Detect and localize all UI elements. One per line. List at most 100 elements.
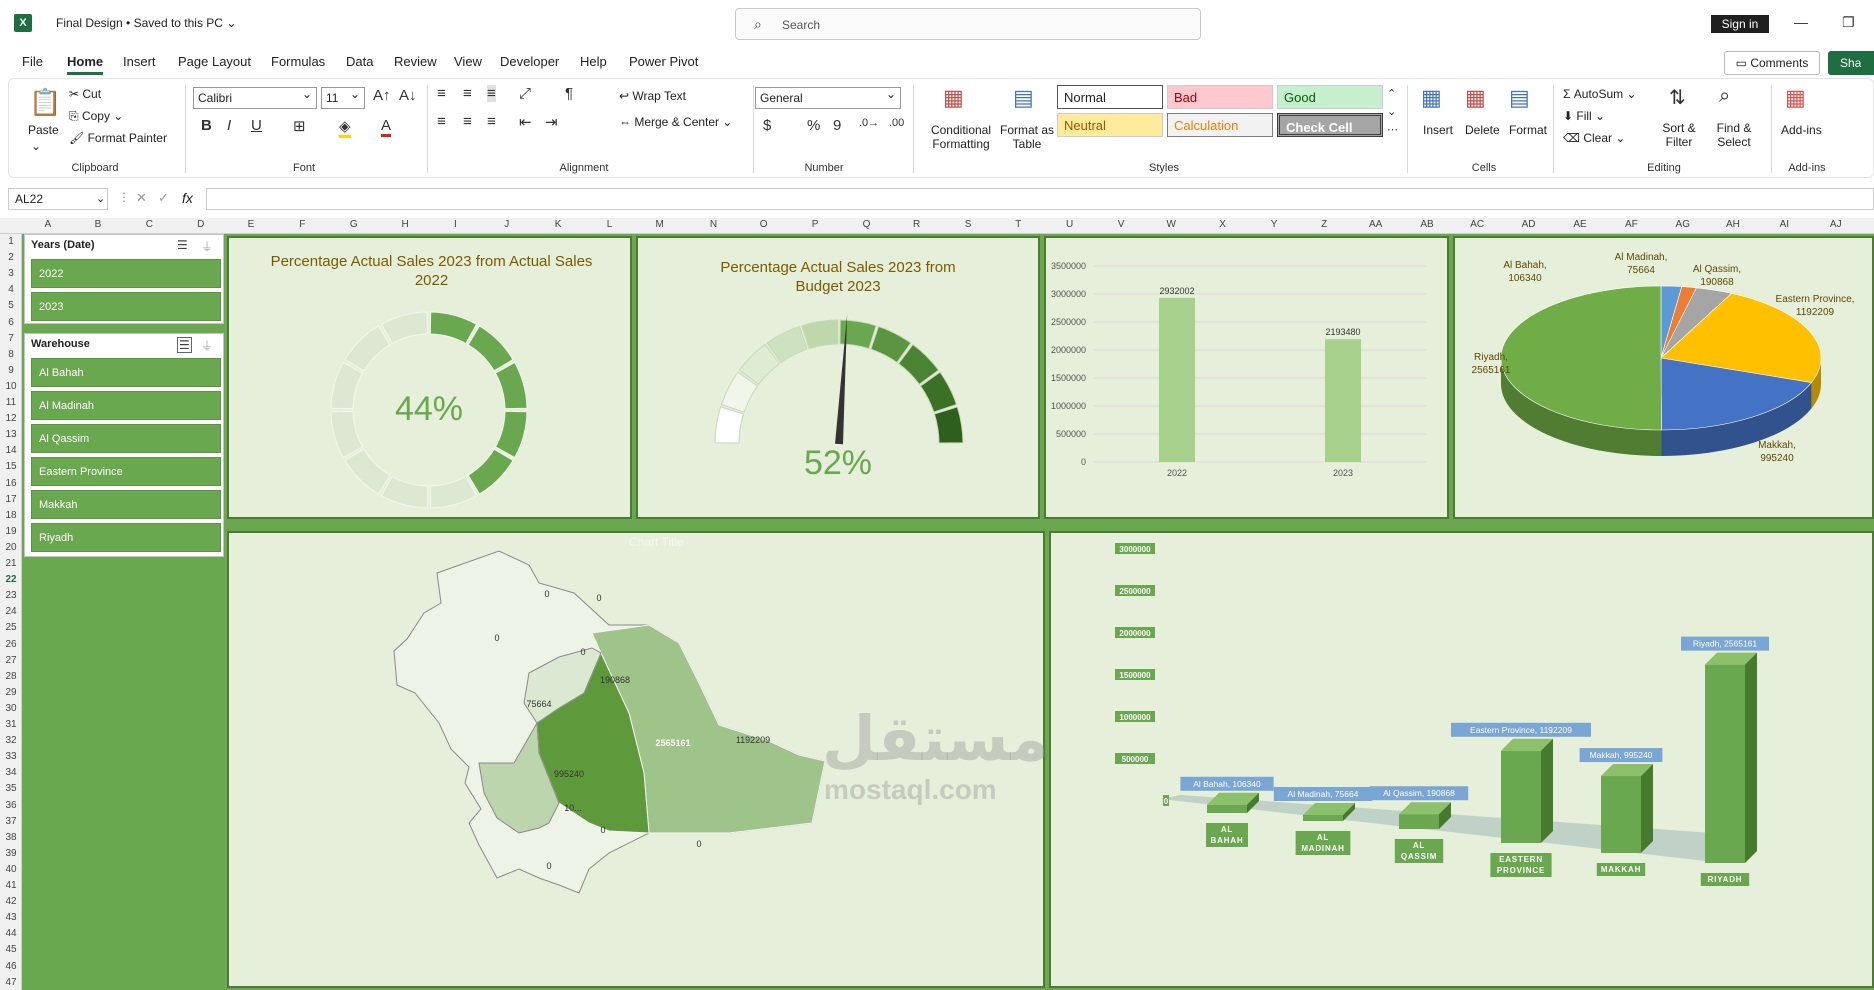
row-header[interactable]: 40 — [0, 864, 22, 875]
column-header[interactable]: A — [38, 219, 58, 230]
column-header[interactable]: T — [1008, 219, 1028, 230]
paste-button[interactable]: Paste — [28, 123, 59, 137]
column-header[interactable]: AI — [1774, 219, 1794, 230]
kpi-gauge-panel[interactable]: Percentage Actual Sales 2023 from Budget… — [636, 236, 1040, 519]
search-input[interactable]: ⌕ Search — [735, 8, 1201, 40]
align-middle-icon[interactable]: ≡ — [463, 85, 472, 102]
column-header[interactable]: AG — [1673, 219, 1693, 230]
bar[interactable] — [1705, 664, 1745, 863]
document-title[interactable]: Final Design • Saved to this PC ⌄ — [56, 16, 236, 30]
column-header[interactable]: G — [344, 219, 364, 230]
row-header[interactable]: 35 — [0, 783, 22, 794]
fill-color-icon[interactable]: ◈ — [339, 117, 351, 138]
copy-button[interactable]: ⎘ Copy ⌄ — [69, 109, 123, 124]
row-header[interactable]: 38 — [0, 832, 22, 843]
row-header[interactable]: 1 — [0, 236, 22, 247]
conditional-formatting-icon[interactable]: ▦ — [943, 85, 964, 111]
row-header[interactable]: 37 — [0, 816, 22, 827]
currency-icon[interactable]: $ — [763, 117, 771, 134]
row-header[interactable]: 13 — [0, 429, 22, 440]
column-header[interactable]: H — [395, 219, 415, 230]
decrease-font-icon[interactable]: A↓ — [399, 87, 417, 104]
insert-button[interactable]: Insert — [1423, 123, 1453, 137]
region-sales-chart-panel[interactable]: 0 500000 1000000 1500000 2000000 2500000 30000… — [1049, 531, 1874, 988]
font-size-select[interactable]: 11 — [321, 87, 365, 109]
find-select-button[interactable]: Find & Select — [1709, 121, 1759, 149]
column-header[interactable]: Z — [1314, 219, 1334, 230]
column-header[interactable]: V — [1111, 219, 1131, 230]
column-header[interactable]: W — [1161, 219, 1181, 230]
slicer-item-al-bahah[interactable]: Al Bahah — [31, 358, 221, 387]
row-header[interactable]: 44 — [0, 928, 22, 939]
row-header[interactable]: 32 — [0, 735, 22, 746]
kpi-donut-panel[interactable]: Percentage Actual Sales 2023 from Actual… — [227, 236, 632, 519]
row-header[interactable]: 15 — [0, 461, 22, 472]
column-header[interactable]: M — [650, 219, 670, 230]
clear-filter-icon[interactable]: ⏚ — [201, 238, 213, 255]
tab-help[interactable]: Help — [580, 54, 607, 69]
column-header[interactable]: C — [139, 219, 159, 230]
column-header[interactable]: AA — [1366, 219, 1386, 230]
column-header[interactable]: Y — [1264, 219, 1284, 230]
format-as-table-icon[interactable]: ▤ — [1013, 85, 1034, 111]
row-header[interactable]: 31 — [0, 719, 22, 730]
align-center-icon[interactable]: ≡ — [463, 113, 472, 130]
bar[interactable] — [1325, 339, 1361, 462]
minimize-icon[interactable]: — — [1794, 14, 1808, 30]
increase-decimal-icon[interactable]: .0→ — [859, 117, 879, 129]
comments-button[interactable]: ▭ Comments — [1724, 51, 1820, 75]
row-header[interactable]: 30 — [0, 703, 22, 714]
sort-filter-icon[interactable]: ⇅ — [1669, 85, 1686, 110]
clear-button[interactable]: ⌫ Clear ⌄ — [1563, 131, 1625, 145]
row-header[interactable]: 17 — [0, 494, 22, 505]
name-box[interactable]: AL22 — [8, 188, 108, 210]
column-header[interactable]: P — [805, 219, 825, 230]
row-header[interactable]: 33 — [0, 751, 22, 762]
tab-review[interactable]: Review — [394, 54, 437, 69]
slicer-item-2023[interactable]: 2023 — [31, 292, 221, 321]
format-as-table-button[interactable]: Format as Table — [999, 123, 1055, 151]
row-header[interactable]: 5 — [0, 300, 22, 311]
cancel-icon[interactable]: ✕ — [136, 190, 147, 206]
bold-icon[interactable]: B — [201, 117, 212, 134]
column-header[interactable]: AF — [1621, 219, 1641, 230]
row-header[interactable]: 23 — [0, 590, 22, 601]
increase-font-icon[interactable]: A↑ — [373, 87, 391, 104]
row-header[interactable]: 45 — [0, 944, 22, 955]
wrap-text-button[interactable]: ↩ Wrap Text — [619, 89, 686, 103]
tab-data[interactable]: Data — [346, 54, 373, 69]
slicer-item-makkah[interactable]: Makkah — [31, 490, 221, 519]
bar[interactable] — [1501, 750, 1541, 843]
slicer-item-eastern-province[interactable]: Eastern Province — [31, 457, 221, 486]
style-normal[interactable]: Normal — [1057, 85, 1163, 109]
row-header[interactable]: 7 — [0, 333, 22, 344]
row-header[interactable]: 20 — [0, 542, 22, 553]
multi-select-icon[interactable]: ☰ — [177, 337, 192, 353]
row-header[interactable]: 41 — [0, 880, 22, 891]
merge-center-button[interactable]: ⇔ Merge & Center ⌄ — [619, 115, 732, 129]
multi-select-icon[interactable]: ☰ — [177, 238, 188, 252]
row-header[interactable]: 6 — [0, 317, 22, 328]
column-header[interactable]: AD — [1519, 219, 1539, 230]
row-header[interactable]: 43 — [0, 912, 22, 923]
conditional-formatting-button[interactable]: Conditional Formatting — [923, 123, 999, 151]
find-icon[interactable]: ⌕ — [1719, 85, 1730, 108]
row-header[interactable]: 19 — [0, 526, 22, 537]
italic-icon[interactable]: I — [227, 117, 231, 134]
row-header[interactable]: 16 — [0, 478, 22, 489]
row-header[interactable]: 8 — [0, 349, 22, 360]
column-header[interactable]: N — [704, 219, 724, 230]
tab-formulas[interactable]: Formulas — [271, 54, 325, 69]
row-header[interactable]: 34 — [0, 767, 22, 778]
tab-insert[interactable]: Insert — [123, 54, 156, 69]
column-header[interactable]: S — [958, 219, 978, 230]
function-icon[interactable]: fx — [182, 190, 193, 206]
column-header[interactable]: K — [548, 219, 568, 230]
tab-page-layout[interactable]: Page Layout — [178, 54, 251, 69]
column-header[interactable]: D — [191, 219, 211, 230]
bar[interactable] — [1399, 814, 1439, 829]
tab-home[interactable]: Home — [67, 54, 104, 75]
format-button[interactable]: Format — [1509, 123, 1547, 137]
slicer-item-riyadh[interactable]: Riyadh — [31, 523, 221, 552]
row-header[interactable]: 26 — [0, 639, 22, 650]
